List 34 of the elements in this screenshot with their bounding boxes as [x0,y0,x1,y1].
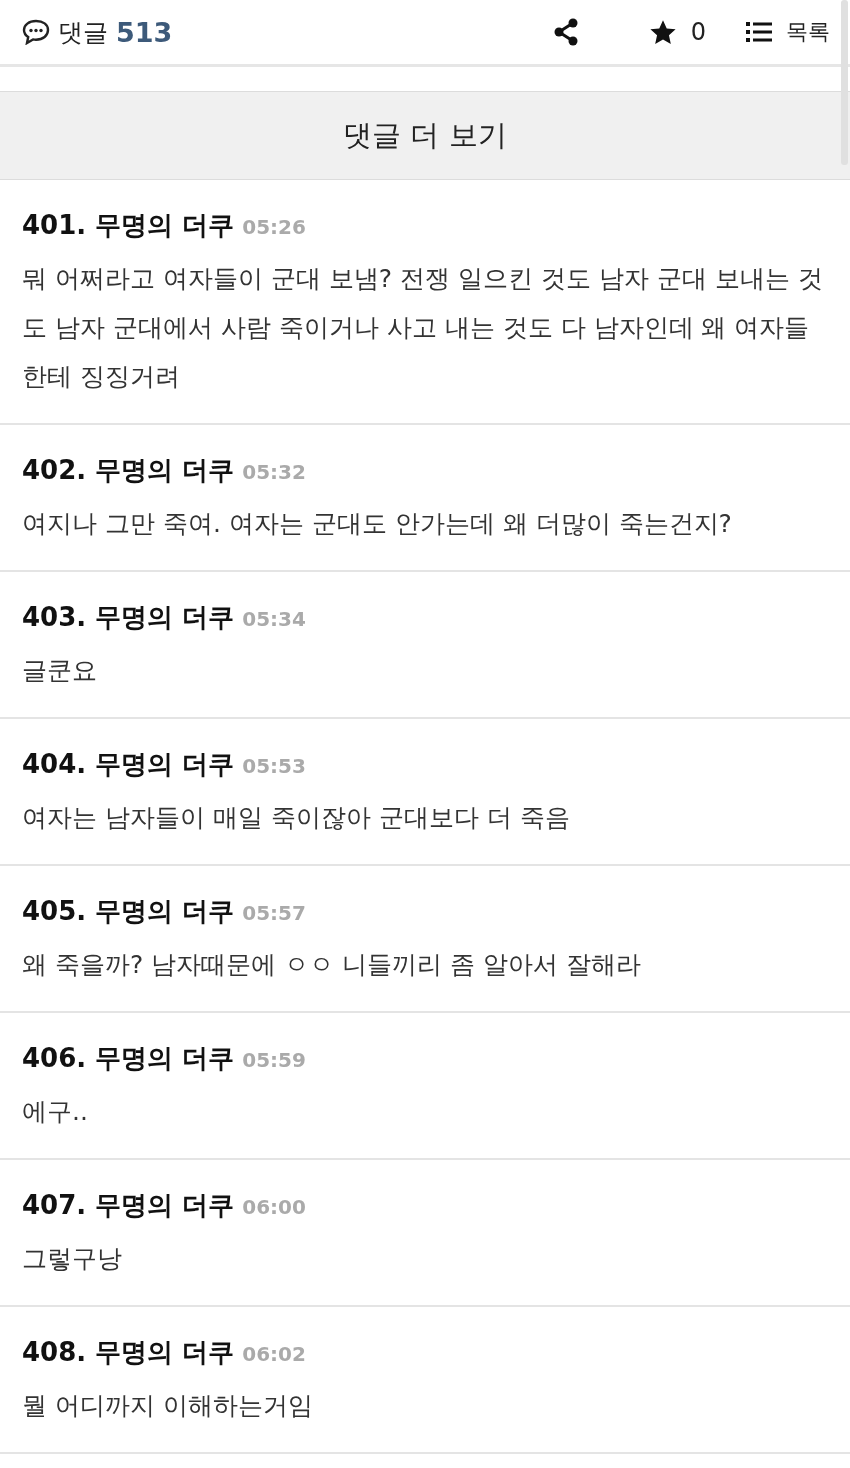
comment-icon [22,19,50,45]
comment-text: 뭐 어쩌라고 여자들이 군대 보냄? 전쟁 일으킨 것도 남자 군대 보내는 것도 남자 군대에서 사람 죽이거나 사고 내는 것도 다 남자인데 왜 여자들한테 징징거려 [22,263,824,393]
comment-count: 513 [116,16,173,48]
comment-author: 401. 무명의 더쿠 [22,209,235,242]
comment-text: 뭘 어디까지 이해하는거임 [22,1390,314,1422]
comment-time: 06:00 [242,1195,306,1219]
comment-author: 405. 무명의 더쿠 [22,895,235,928]
share-icon[interactable] [552,18,579,46]
list-link[interactable]: 목록 [786,17,830,47]
comment-time: 05:57 [242,901,306,925]
comment-text: 왜 죽을까? 남자때문에 ㅇㅇ 니들끼리 좀 알아서 잘해라 [22,949,642,981]
comment-author: 403. 무명의 더쿠 [22,601,235,634]
comment-author: 407. 무명의 더쿠 [22,1189,235,1222]
comment-time: 05:59 [242,1048,306,1072]
comment-time: 05:53 [242,754,306,778]
comment-author: 404. 무명의 더쿠 [22,748,235,781]
comment-text: 에구.. [22,1096,89,1128]
comment-text: 글쿤요 [22,655,98,687]
comment-time: 05:32 [242,460,306,484]
comment-text: 그렇구낭 [22,1243,123,1275]
comment-text: 여지나 그만 죽여. 여자는 군대도 안가는데 왜 더많이 죽는건지? [22,508,733,540]
comment-author: 402. 무명의 더쿠 [22,454,235,487]
list-icon[interactable] [746,21,772,43]
comment-time: 06:02 [242,1342,306,1366]
comment-text: 여자는 남자들이 매일 죽이잖아 군대보다 더 죽음 [22,802,571,834]
comment-time: 05:34 [242,607,306,631]
more-comments-button[interactable]: 댓글 더 보기 [0,91,850,180]
comment-author: 408. 무명의 더쿠 [22,1336,235,1369]
scrollbar[interactable] [841,0,848,165]
comment-label: 댓글 [58,16,108,49]
comment-time: 05:26 [242,215,306,239]
comment-author: 406. 무명의 더쿠 [22,1042,235,1075]
star-icon[interactable] [648,18,677,46]
star-count: 0 [690,18,706,46]
